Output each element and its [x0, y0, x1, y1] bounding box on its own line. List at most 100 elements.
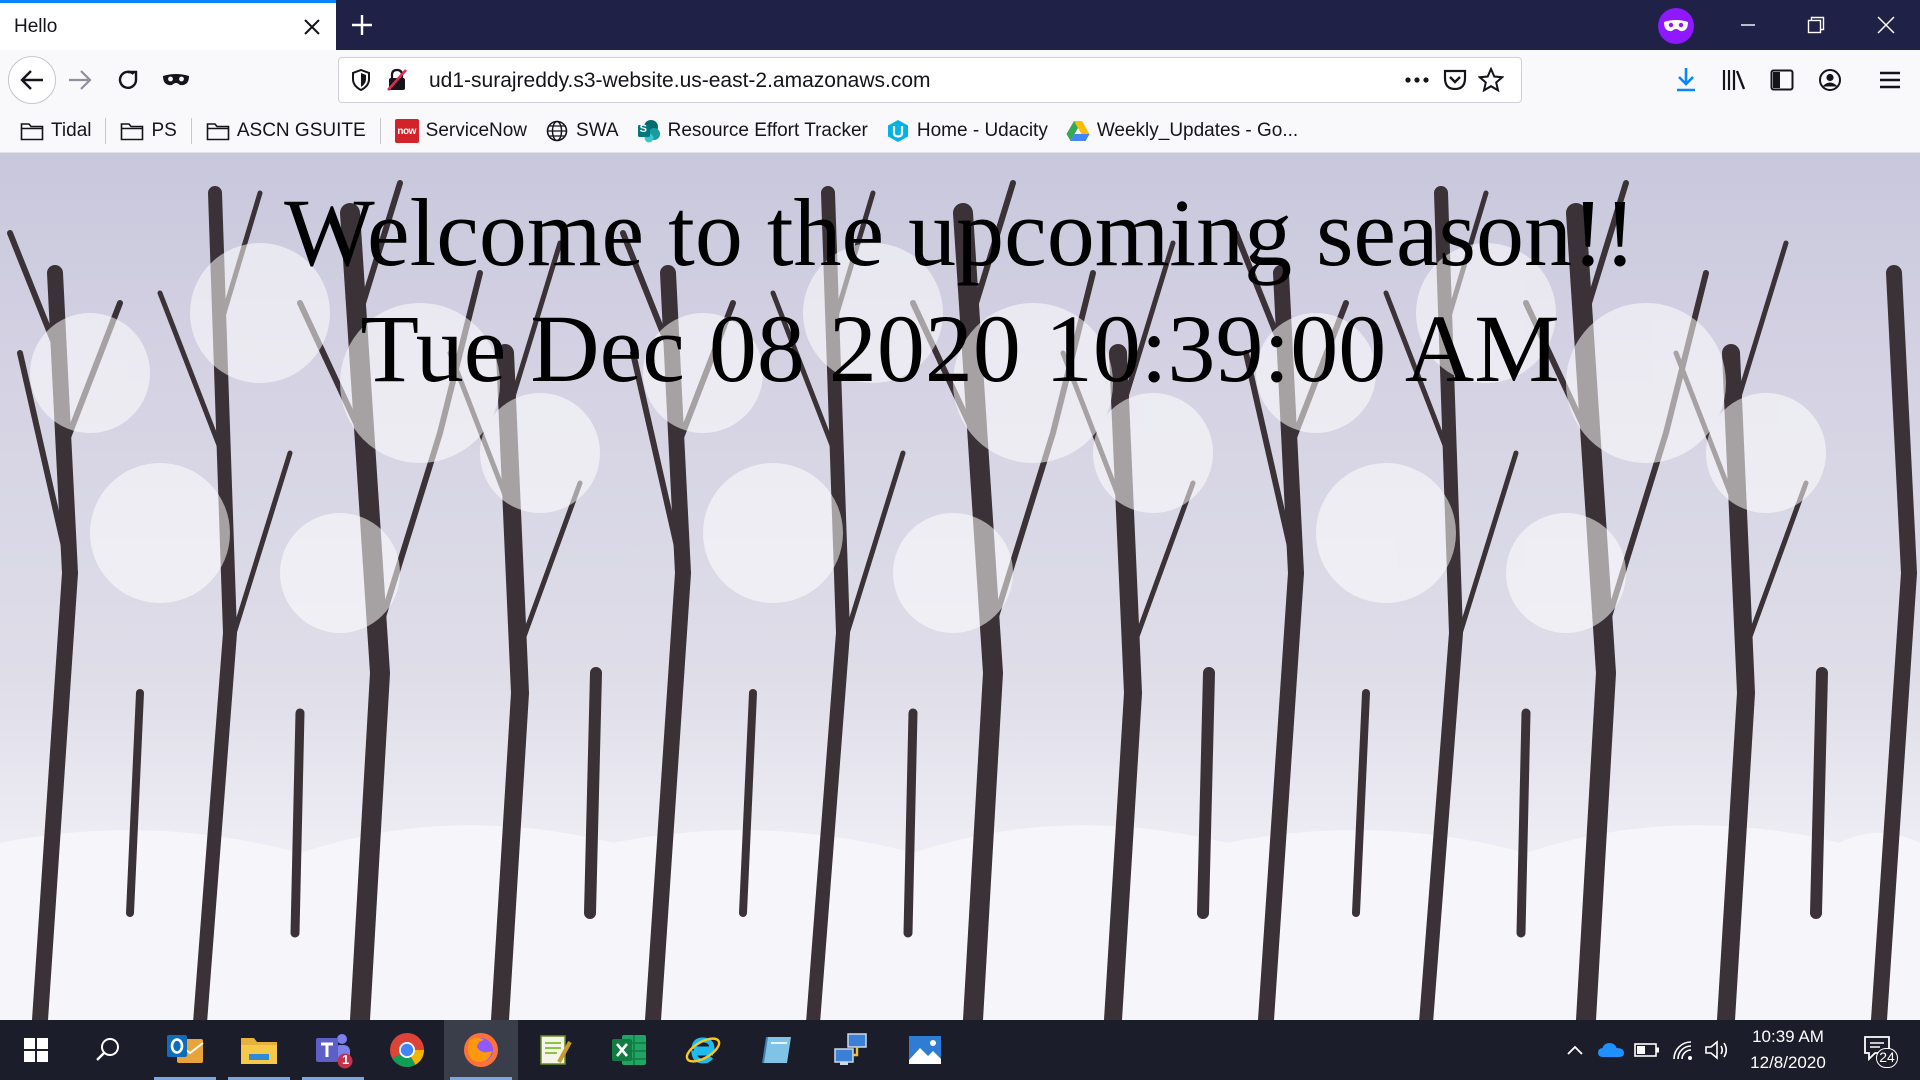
browser-tab[interactable]: Hello [0, 0, 336, 50]
taskbar-app[interactable] [740, 1020, 814, 1080]
plus-icon [352, 15, 372, 35]
folder-icon [120, 119, 144, 143]
start-button[interactable] [0, 1020, 72, 1080]
notepad-plus-plus-icon [540, 1035, 572, 1065]
bookmark-label: PS [151, 120, 177, 141]
bookmark-star-button[interactable] [1477, 66, 1505, 94]
bookmark-label: Resource Effort Tracker [667, 120, 868, 141]
bookmark-servicenow[interactable]: now ServiceNow [391, 114, 531, 148]
library-button[interactable] [1712, 58, 1756, 102]
account-icon [1819, 69, 1841, 91]
tab-title: Hello [14, 15, 58, 37]
bookmark-label: ServiceNow [425, 120, 528, 141]
globe-icon [545, 119, 569, 143]
pocket-icon [1443, 69, 1467, 91]
wifi-tray-icon[interactable] [1666, 1020, 1700, 1080]
show-hidden-icons-button[interactable] [1560, 1020, 1590, 1080]
insecure-connection-icon[interactable] [383, 66, 411, 94]
bookmark-weekly-updates[interactable]: Weekly_Updates - Go... [1062, 114, 1302, 148]
udacity-icon [886, 119, 910, 143]
windows-taskbar: 1 10:39 AM 12/8/2020 24 [0, 1020, 1920, 1080]
taskbar-app-outlook[interactable] [148, 1020, 222, 1080]
restore-button[interactable] [1782, 0, 1850, 50]
url-bar[interactable]: ud1-surajreddy.s3-website.us-east-2.amaz… [338, 57, 1522, 103]
teams-notification-badge: 1 [342, 1052, 350, 1067]
bookmark-folder-ascn-gsuite[interactable]: ASCN GSUITE [202, 114, 370, 148]
mask-icon [163, 74, 189, 86]
folder-icon [20, 119, 44, 143]
taskbar-app-remote-desktop[interactable] [814, 1020, 888, 1080]
excel-icon [612, 1035, 646, 1065]
taskbar-app-internet-explorer[interactable] [666, 1020, 740, 1080]
taskbar-app-excel[interactable] [592, 1020, 666, 1080]
back-button[interactable] [8, 56, 56, 104]
reload-icon [118, 70, 138, 89]
welcome-heading: Welcome to the upcoming season!! [284, 179, 1636, 286]
tab-strip: Hello [0, 0, 1920, 50]
chevron-up-icon [1567, 1045, 1583, 1055]
page-content: Welcome to the upcoming season!! Tue Dec… [0, 153, 1920, 1020]
close-window-button[interactable] [1852, 0, 1920, 50]
battery-tray-icon[interactable] [1630, 1020, 1664, 1080]
bookmark-folder-tidal[interactable]: Tidal [16, 114, 95, 148]
current-datetime: Tue Dec 08 2020 10:39:00 AM [360, 295, 1560, 402]
taskbar-app-firefox[interactable] [444, 1020, 518, 1080]
bookmark-resource-effort-tracker[interactable]: S Resource Effort Tracker [633, 114, 872, 148]
taskbar-app-file-explorer[interactable] [222, 1020, 296, 1080]
close-icon [1877, 16, 1895, 34]
bookmark-folder-ps[interactable]: PS [116, 114, 180, 148]
clock-time: 10:39 AM [1752, 1027, 1824, 1046]
app-icon [762, 1036, 791, 1064]
taskbar-app-notepad-plus-plus[interactable] [518, 1020, 592, 1080]
app-menu-button[interactable] [1868, 58, 1912, 102]
star-icon [1478, 67, 1504, 93]
bookmark-swa[interactable]: SWA [541, 114, 623, 148]
page-actions-menu[interactable] [1403, 66, 1431, 94]
minimize-button[interactable] [1714, 0, 1782, 50]
tracking-protection-shield-icon[interactable] [347, 66, 375, 94]
internet-explorer-icon [685, 1037, 721, 1064]
volume-icon [1705, 1040, 1728, 1060]
pocket-button[interactable] [1441, 66, 1469, 94]
forward-arrow-icon [69, 70, 92, 90]
minimize-icon [1741, 24, 1755, 26]
search-icon [96, 1038, 119, 1061]
taskbar-app-teams[interactable]: 1 [296, 1020, 370, 1080]
clock-date: 12/8/2020 [1750, 1053, 1826, 1072]
onedrive-tray-icon[interactable] [1594, 1020, 1628, 1080]
url-text: ud1-surajreddy.s3-website.us-east-2.amaz… [429, 69, 931, 92]
navigation-toolbar: ud1-surajreddy.s3-website.us-east-2.amaz… [0, 50, 1920, 110]
account-button[interactable] [1808, 58, 1852, 102]
new-tab-button[interactable] [342, 5, 382, 45]
downloads-button[interactable] [1664, 58, 1708, 102]
tab-close-button[interactable] [292, 7, 332, 47]
sharepoint-icon: S [637, 119, 661, 143]
private-browsing-icon [1658, 8, 1694, 44]
download-icon [1677, 68, 1695, 92]
private-mask-button[interactable] [154, 58, 198, 102]
outlook-icon [167, 1035, 204, 1063]
taskbar-app-chrome[interactable] [370, 1020, 444, 1080]
google-drive-icon [1066, 119, 1090, 143]
bookmarks-toolbar: Tidal PS ASCN GSUITE now ServiceNow SWA … [0, 110, 1920, 153]
reload-button[interactable] [106, 58, 150, 102]
bookmark-separator [105, 118, 107, 144]
bookmark-label: Weekly_Updates - Go... [1096, 120, 1299, 141]
system-clock[interactable]: 10:39 AM 12/8/2020 [1730, 1024, 1846, 1076]
hamburger-menu-icon [1880, 71, 1900, 89]
library-icon [1722, 70, 1746, 90]
bookmark-label: Home - Udacity [916, 120, 1048, 141]
action-center-button[interactable]: 24 [1850, 1020, 1910, 1080]
taskbar-app-photos[interactable] [888, 1020, 962, 1080]
bookmark-home-udacity[interactable]: Home - Udacity [882, 114, 1052, 148]
bookmark-label: ASCN GSUITE [236, 120, 366, 141]
volume-tray-icon[interactable] [1700, 1020, 1734, 1080]
wifi-icon [1673, 1041, 1692, 1060]
bookmark-label: Tidal [51, 120, 92, 141]
battery-icon [1634, 1043, 1659, 1057]
file-explorer-icon [241, 1038, 277, 1064]
remote-desktop-icon [834, 1033, 867, 1065]
forward-button[interactable] [58, 58, 102, 102]
sidebar-button[interactable] [1760, 58, 1804, 102]
search-button[interactable] [72, 1020, 144, 1080]
